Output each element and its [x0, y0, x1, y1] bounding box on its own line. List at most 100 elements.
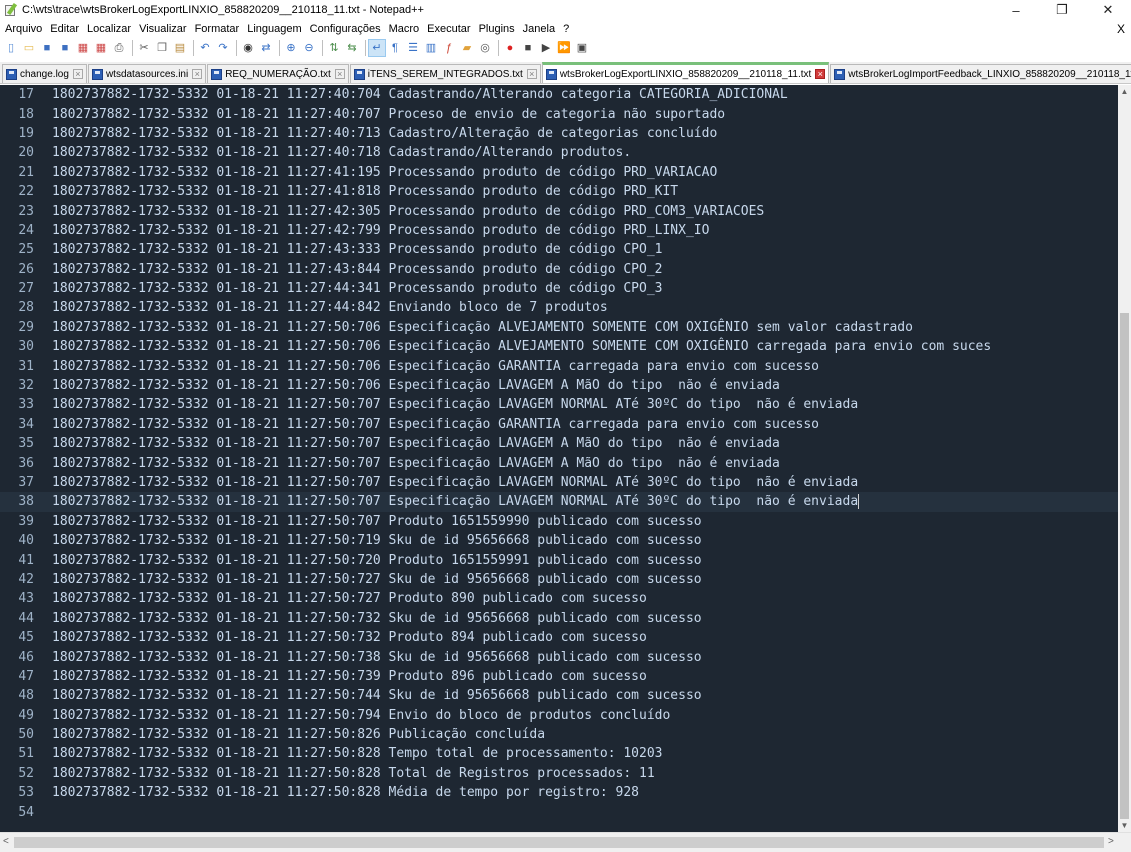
- folder-workspace-icon[interactable]: ▰: [459, 40, 475, 56]
- editor-line[interactable]: 34 1802737882-1732-5332 01-18-21 11:27:50…: [0, 415, 1118, 434]
- restore-button[interactable]: ❐: [1039, 0, 1085, 20]
- document-tab[interactable]: iTENS_SEREM_INTEGRADOS.txt ×: [349, 64, 541, 83]
- editor-line[interactable]: 47 1802737882-1732-5332 01-18-21 11:27:50…: [0, 667, 1118, 686]
- editor-line[interactable]: 49 1802737882-1732-5332 01-18-21 11:27:50…: [0, 706, 1118, 725]
- editor-line[interactable]: 31 1802737882-1732-5332 01-18-21 11:27:50…: [0, 356, 1118, 375]
- document-tab[interactable]: wtsdatasources.ini ×: [87, 64, 207, 83]
- new-file-icon[interactable]: ▯: [3, 40, 19, 56]
- line-text[interactable]: 1802737882-1732-5332 01-18-21 11:27:50:7…: [52, 688, 702, 703]
- editor-line[interactable]: 38 1802737882-1732-5332 01-18-21 11:27:50…: [0, 492, 1118, 512]
- editor-line[interactable]: 35 1802737882-1732-5332 01-18-21 11:27:50…: [0, 434, 1118, 453]
- scroll-right-arrow-icon[interactable]: >: [1108, 836, 1114, 847]
- menu-item-7[interactable]: Macro: [385, 23, 424, 35]
- editor-line[interactable]: 29 1802737882-1732-5332 01-18-21 11:27:50…: [0, 318, 1118, 337]
- zoom-out-icon[interactable]: ⊖: [301, 40, 317, 56]
- editor-line[interactable]: 52 1802737882-1732-5332 01-18-21 11:27:50…: [0, 764, 1118, 783]
- tab-close-icon[interactable]: ×: [72, 69, 83, 79]
- document-tab[interactable]: wtsBrokerLogImportFeedback_LINXIO_858820…: [830, 64, 1131, 83]
- line-text[interactable]: 1802737882-1732-5332 01-18-21 11:27:44:3…: [52, 281, 662, 296]
- menu-item-5[interactable]: Linguagem: [243, 23, 305, 35]
- scroll-left-arrow-icon[interactable]: <: [3, 836, 9, 847]
- scroll-up-arrow-icon[interactable]: ▲: [1118, 85, 1131, 98]
- line-text[interactable]: 1802737882-1732-5332 01-18-21 11:27:50:7…: [52, 514, 702, 529]
- editor-line[interactable]: 18 1802737882-1732-5332 01-18-21 11:27:40…: [0, 104, 1118, 123]
- tab-close-icon[interactable]: ×: [815, 69, 826, 79]
- editor-line[interactable]: 45 1802737882-1732-5332 01-18-21 11:27:50…: [0, 628, 1118, 647]
- line-text[interactable]: 1802737882-1732-5332 01-18-21 11:27:50:8…: [52, 766, 655, 781]
- document-tab[interactable]: change.log ×: [2, 64, 87, 83]
- line-text[interactable]: 1802737882-1732-5332 01-18-21 11:27:50:7…: [52, 533, 702, 548]
- line-text[interactable]: 1802737882-1732-5332 01-18-21 11:27:40:7…: [52, 107, 725, 122]
- play-macro-icon[interactable]: ▶: [538, 40, 554, 56]
- menu-item-8[interactable]: Executar: [423, 23, 474, 35]
- print-icon[interactable]: ⎙: [111, 40, 127, 56]
- tab-close-icon[interactable]: ×: [334, 69, 345, 79]
- menu-item-2[interactable]: Localizar: [83, 23, 135, 35]
- line-text[interactable]: 1802737882-1732-5332 01-18-21 11:27:50:7…: [52, 339, 991, 354]
- minimize-button[interactable]: –: [993, 0, 1039, 20]
- save-macro-icon[interactable]: ▣: [574, 40, 590, 56]
- menu-item-4[interactable]: Formatar: [191, 23, 244, 35]
- editor-line[interactable]: 51 1802737882-1732-5332 01-18-21 11:27:50…: [0, 744, 1118, 763]
- line-text[interactable]: 1802737882-1732-5332 01-18-21 11:27:50:7…: [52, 611, 702, 626]
- undo-icon[interactable]: ↶: [197, 40, 213, 56]
- close-document-button[interactable]: X: [1117, 22, 1131, 36]
- editor-line[interactable]: 33 1802737882-1732-5332 01-18-21 11:27:50…: [0, 395, 1118, 414]
- editor-line[interactable]: 28 1802737882-1732-5332 01-18-21 11:27:44…: [0, 298, 1118, 317]
- line-text[interactable]: 1802737882-1732-5332 01-18-21 11:27:50:8…: [52, 746, 662, 761]
- record-macro-icon[interactable]: ●: [502, 40, 518, 56]
- line-text[interactable]: 1802737882-1732-5332 01-18-21 11:27:50:7…: [52, 494, 858, 509]
- editor-line[interactable]: 23 1802737882-1732-5332 01-18-21 11:27:42…: [0, 201, 1118, 220]
- editor-line[interactable]: 39 1802737882-1732-5332 01-18-21 11:27:50…: [0, 512, 1118, 531]
- editor-line[interactable]: 43 1802737882-1732-5332 01-18-21 11:27:50…: [0, 589, 1118, 608]
- editor-line[interactable]: 50 1802737882-1732-5332 01-18-21 11:27:50…: [0, 725, 1118, 744]
- editor-line[interactable]: 20 1802737882-1732-5332 01-18-21 11:27:40…: [0, 143, 1118, 162]
- close-all-icon[interactable]: ▦: [93, 40, 109, 56]
- line-text[interactable]: 1802737882-1732-5332 01-18-21 11:27:50:7…: [52, 359, 819, 374]
- line-text[interactable]: 1802737882-1732-5332 01-18-21 11:27:50:7…: [52, 708, 670, 723]
- horizontal-scroll-thumb[interactable]: [14, 837, 1104, 848]
- line-text[interactable]: 1802737882-1732-5332 01-18-21 11:27:50:7…: [52, 378, 780, 393]
- line-text[interactable]: 1802737882-1732-5332 01-18-21 11:27:50:7…: [52, 650, 702, 665]
- line-text[interactable]: 1802737882-1732-5332 01-18-21 11:27:40:7…: [52, 145, 631, 160]
- editor-line[interactable]: 46 1802737882-1732-5332 01-18-21 11:27:50…: [0, 647, 1118, 666]
- editor-line[interactable]: 54: [0, 802, 1118, 821]
- editor-line[interactable]: 17 1802737882-1732-5332 01-18-21 11:27:40…: [0, 85, 1118, 104]
- horizontal-scrollbar[interactable]: < >: [0, 832, 1131, 852]
- line-text[interactable]: 1802737882-1732-5332 01-18-21 11:27:50:7…: [52, 572, 702, 587]
- stop-macro-icon[interactable]: ■: [520, 40, 536, 56]
- line-text[interactable]: 1802737882-1732-5332 01-18-21 11:27:40:7…: [52, 87, 788, 102]
- line-text[interactable]: 1802737882-1732-5332 01-18-21 11:27:41:8…: [52, 184, 678, 199]
- run-macro-multiple-icon[interactable]: ⏩: [556, 40, 572, 56]
- open-file-icon[interactable]: ▭: [21, 40, 37, 56]
- function-list-icon[interactable]: ƒ: [441, 40, 457, 56]
- line-text[interactable]: 1802737882-1732-5332 01-18-21 11:27:50:7…: [52, 553, 702, 568]
- sync-horizontal-icon[interactable]: ⇆: [344, 40, 360, 56]
- line-text[interactable]: 1802737882-1732-5332 01-18-21 11:27:50:7…: [52, 397, 858, 412]
- line-text[interactable]: 1802737882-1732-5332 01-18-21 11:27:50:8…: [52, 727, 545, 742]
- editor-line[interactable]: 42 1802737882-1732-5332 01-18-21 11:27:50…: [0, 570, 1118, 589]
- save-all-icon[interactable]: ■: [57, 40, 73, 56]
- editor-line[interactable]: 41 1802737882-1732-5332 01-18-21 11:27:50…: [0, 550, 1118, 569]
- line-text[interactable]: 1802737882-1732-5332 01-18-21 11:27:50:7…: [52, 475, 858, 490]
- menu-item-10[interactable]: Janela: [519, 23, 559, 35]
- scroll-down-arrow-icon[interactable]: ▼: [1118, 819, 1131, 832]
- editor-line[interactable]: 44 1802737882-1732-5332 01-18-21 11:27:50…: [0, 609, 1118, 628]
- editor-line[interactable]: 48 1802737882-1732-5332 01-18-21 11:27:50…: [0, 686, 1118, 705]
- line-text[interactable]: 1802737882-1732-5332 01-18-21 11:27:50:7…: [52, 630, 647, 645]
- editor-line[interactable]: 53 1802737882-1732-5332 01-18-21 11:27:50…: [0, 783, 1118, 802]
- menu-item-6[interactable]: Configurações: [306, 23, 385, 35]
- editor-line[interactable]: 21 1802737882-1732-5332 01-18-21 11:27:41…: [0, 163, 1118, 182]
- zoom-in-icon[interactable]: ⊕: [283, 40, 299, 56]
- line-text[interactable]: 1802737882-1732-5332 01-18-21 11:27:42:7…: [52, 223, 709, 238]
- editor-line[interactable]: 40 1802737882-1732-5332 01-18-21 11:27:50…: [0, 531, 1118, 550]
- find-icon[interactable]: ◉: [240, 40, 256, 56]
- line-text[interactable]: 1802737882-1732-5332 01-18-21 11:27:50:7…: [52, 436, 780, 451]
- document-tab[interactable]: wtsBrokerLogExportLINXIO_858820209__2101…: [541, 62, 830, 83]
- line-text[interactable]: 1802737882-1732-5332 01-18-21 11:27:42:3…: [52, 204, 764, 219]
- line-text[interactable]: 1802737882-1732-5332 01-18-21 11:27:43:3…: [52, 242, 662, 257]
- replace-icon[interactable]: ⇄: [258, 40, 274, 56]
- menu-item-0[interactable]: Arquivo: [0, 23, 46, 35]
- editor-line[interactable]: 36 1802737882-1732-5332 01-18-21 11:27:50…: [0, 453, 1118, 472]
- editor-line[interactable]: 26 1802737882-1732-5332 01-18-21 11:27:43…: [0, 260, 1118, 279]
